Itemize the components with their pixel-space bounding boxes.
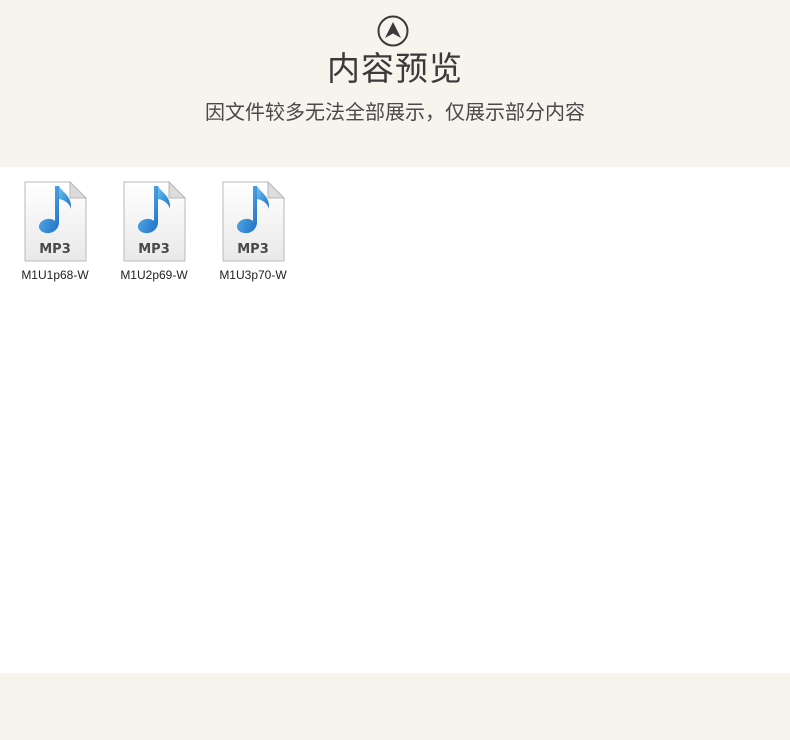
file-item[interactable]: MP3 M1U3p70-W [213,181,293,285]
file-name: M1U1p68-W [21,268,89,282]
file-type-label: MP3 [237,242,269,257]
preview-header: 内容预览 因文件较多无法全部展示，仅展示部分内容 [0,0,790,167]
preview-footer [0,673,790,740]
file-grid: MP3 M1U1p68-W MP3 M1U2p69-W MP3 M1U3p70-… [0,167,790,673]
file-item[interactable]: MP3 M1U1p68-W [15,181,95,285]
mp3-file-icon: MP3 [24,181,88,262]
file-name: M1U2p69-W [120,268,188,282]
page-subtitle: 因文件较多无法全部展示，仅展示部分内容 [205,100,585,124]
circle-up-arrow-icon[interactable] [377,15,409,47]
mp3-file-icon: MP3 [222,181,286,262]
file-type-label: MP3 [39,242,71,257]
file-name: M1U3p70-W [219,268,287,282]
file-type-label: MP3 [138,242,170,257]
mp3-file-icon: MP3 [123,181,187,262]
page-title: 内容预览 [327,49,463,88]
file-item[interactable]: MP3 M1U2p69-W [114,181,194,285]
